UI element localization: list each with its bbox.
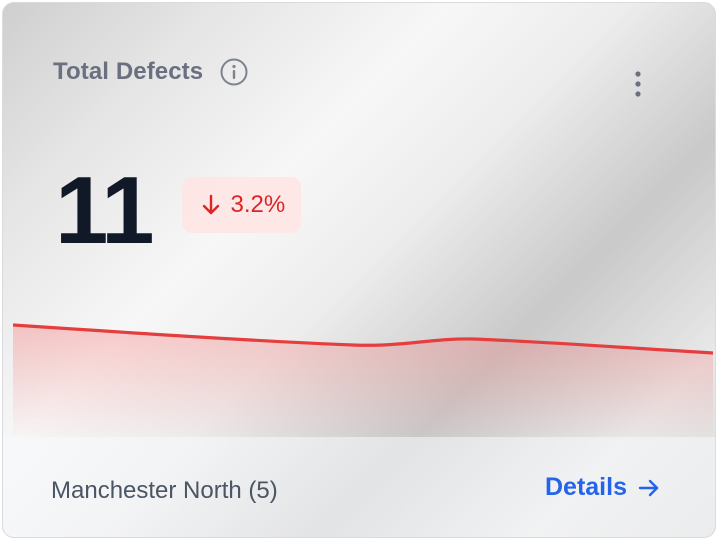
card-title: Total Defects [53, 58, 204, 85]
card-footer: Manchester North (5) Details [3, 437, 715, 537]
location-label: Manchester North (5) [51, 477, 278, 504]
card-header: Total Defects [53, 57, 249, 87]
delta-percent: 3.2% [230, 191, 286, 218]
more-options-icon[interactable] [623, 69, 653, 105]
details-label: Details [545, 473, 627, 501]
defects-card: Total Defects 11 3.2% Manchester North (… [2, 2, 716, 538]
info-icon[interactable] [219, 57, 249, 87]
metric-row: 11 3.2% [55, 157, 302, 264]
sparkline-chart [13, 323, 713, 443]
sparkline-area [13, 325, 713, 443]
arrow-right-icon [637, 476, 661, 500]
arrow-down-icon [200, 193, 222, 217]
details-link[interactable]: Details [545, 473, 661, 502]
defect-count: 11 [55, 157, 154, 264]
delta-badge: 3.2% [182, 177, 302, 233]
